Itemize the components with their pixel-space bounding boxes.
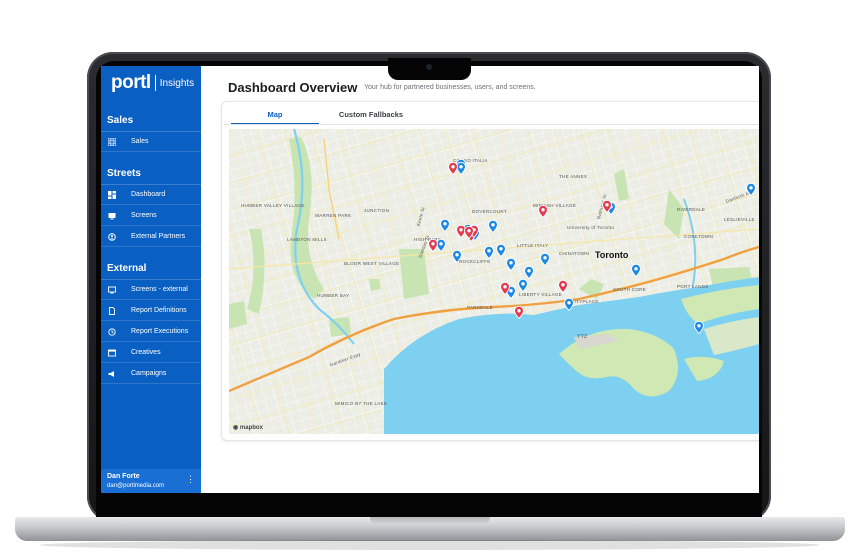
sidebar: portl Insights Sales Sales Streets Dashb… [101,66,201,493]
map-label: CITYPLACE [571,299,599,304]
sidebar-item-campaigns[interactable]: Campaigns [101,364,201,384]
map-pin-icon[interactable] [448,161,458,176]
sidebar-item-report-executions[interactable]: Report Executions [101,322,201,342]
map-pin-icon[interactable] [440,218,450,233]
section-streets: Streets [107,168,141,179]
logo[interactable]: portl Insights [111,72,194,94]
sidebar-item-label: External Partners [131,233,186,240]
map-view[interactable]: CORSO ITALIA THE ANNEX HUMBER VALLEY VIL… [229,129,759,434]
map-pin-icon[interactable] [452,249,462,264]
sidebar-item-report-definitions[interactable]: Report Definitions [101,301,201,321]
document-icon [107,306,117,316]
partners-icon [107,232,117,242]
more-vertical-icon[interactable]: ⋮ [186,475,195,484]
map-label: CORKTOWN [684,234,714,239]
map-pin-icon[interactable] [484,245,494,260]
grid-icon [107,137,117,147]
city-label: Toronto [595,250,629,260]
map-pin-icon[interactable] [540,252,550,267]
map-label: LITTLE ITALY [517,243,549,248]
map-label: University of Toronto [567,225,615,230]
map-pin-icon[interactable] [428,238,438,253]
sidebar-item-creatives[interactable]: Creatives [101,343,201,363]
map-pin-icon[interactable] [518,278,528,293]
map-pin-icon[interactable] [564,297,574,312]
sidebar-item-screens[interactable]: Screens [101,206,201,226]
sidebar-item-label: Campaigns [131,370,167,377]
map-pin-icon[interactable] [538,204,548,219]
camera-icon [426,64,432,70]
mapbox-attribution: ◉ mapbox [233,425,263,431]
sidebar-item-label: Creatives [131,349,161,356]
sidebar-item-label: Sales [131,138,149,145]
page-subtitle: Your hub for partnered businesses, users… [364,84,536,91]
mapbox-logo-icon: ◉ [233,425,239,431]
map-label: JUNCTION [364,208,390,213]
map-label: MIMICO BY THE LAKE [335,401,388,406]
map-pin-icon[interactable] [602,199,612,214]
tab-map[interactable]: Map [231,106,319,125]
map-pin-icon[interactable] [464,225,474,240]
map-label: HUMBER VALLEY VILLAGE [241,203,305,208]
map-pin-icon[interactable] [524,265,534,280]
sidebar-item-label: Report Executions [131,328,189,335]
map-pin-icon[interactable] [500,281,510,296]
map-label: PORT LANDS [677,284,709,289]
history-icon [107,327,117,337]
logo-subtitle: Insights [159,77,195,89]
megaphone-icon [107,369,117,379]
map-label: CHINATOWN [559,251,590,256]
map-pin-icon[interactable] [496,243,506,258]
logo-text: portl [111,72,151,93]
page-title: Dashboard Overview [228,80,358,95]
map-label: HUMBER BAY [317,293,350,298]
map-pin-icon[interactable] [514,305,524,320]
user-profile[interactable]: Dan Forte dan@portlmedia.com ⋮ [101,469,201,493]
map-pin-icon[interactable] [506,257,516,272]
laptop-base [15,517,845,541]
map-label: SOUTH CORE [613,287,647,292]
sidebar-item-dashboard[interactable]: Dashboard [101,185,201,205]
section-external: External [107,263,147,274]
sidebar-item-screens-external[interactable]: Screens - external [101,280,201,300]
camera-notch [388,58,471,80]
sidebar-item-sales[interactable]: Sales [101,132,201,152]
monitor-icon [107,285,117,295]
app-screen: portl Insights Sales Sales Streets Dashb… [101,66,759,493]
sidebar-item-label: Screens [131,212,157,219]
map-label: YTZ [577,334,588,340]
screen-icon [107,211,117,221]
map-pin-icon[interactable] [558,279,568,294]
map-pin-icon[interactable] [631,263,641,278]
sidebar-item-label: Dashboard [131,191,166,198]
map-label: PARKDALE [467,305,494,310]
map-label: WARREN PARK [315,213,352,218]
map-pin-icon[interactable] [488,219,498,234]
map-label: THE ANNEX [559,174,588,179]
map-label: LAMBTON MILLS [287,237,327,242]
sidebar-item-label: Report Definitions [131,307,187,314]
map-label: LESLIEVILLE [724,217,755,222]
map-label: DOVERCOURT [472,209,507,214]
tab-custom-fallbacks[interactable]: Custom Fallbacks [321,106,421,123]
map-label: BLOOR WEST VILLAGE [344,261,400,266]
section-sales: Sales [107,115,134,126]
sidebar-item-label: Screens - external [131,286,188,293]
map-label: RIVERDALE [677,207,706,212]
map-pin-icon[interactable] [694,320,704,335]
map-label: LIBERTY VILLAGE [519,292,563,297]
map-pin-icon[interactable] [746,182,756,197]
map-label: ROCKCLIFFE [459,259,491,264]
user-email: dan@portlmedia.com [107,483,165,489]
creative-icon [107,348,117,358]
user-name: Dan Forte [107,473,140,480]
sidebar-item-external-partners[interactable]: External Partners [101,227,201,247]
dashboard-icon [107,190,117,200]
